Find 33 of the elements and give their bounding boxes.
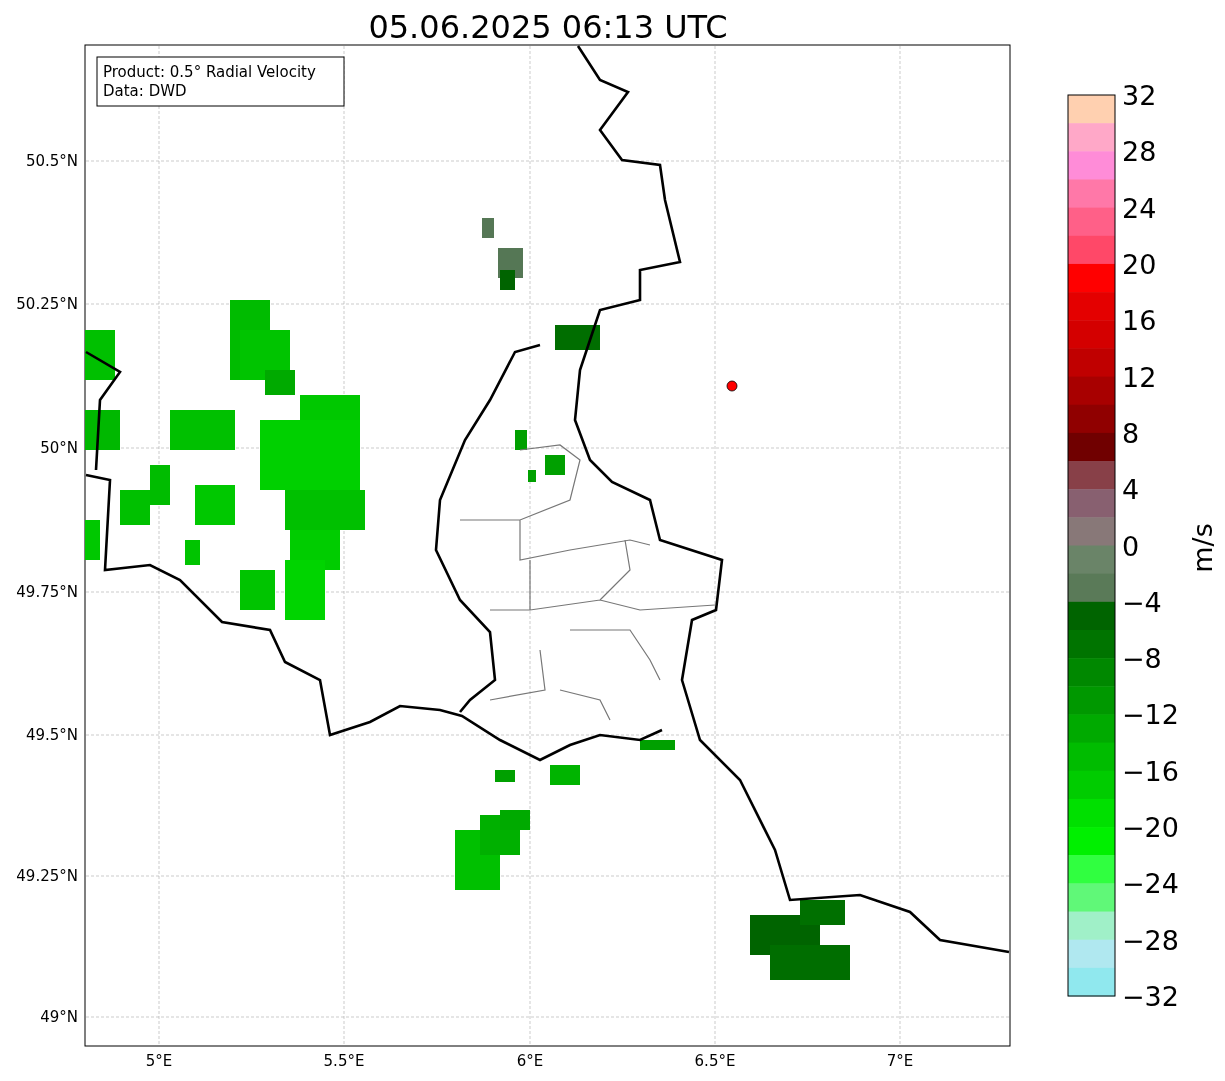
colorbar-tick-label: 8 [1122, 417, 1140, 449]
colorbar-tick-label: 16 [1122, 305, 1157, 337]
latitude-label: 49.5°N [25, 726, 78, 744]
latitude-label: 50.25°N [16, 295, 78, 313]
info-text: Product: 0.5° Radial Velocity [103, 63, 316, 81]
colorbar-tick-label: 20 [1122, 248, 1157, 280]
info-text: Data: DWD [103, 82, 187, 100]
colorbar-tick-label: −32 [1122, 981, 1179, 1012]
colorbar-tick-label: −8 [1122, 643, 1162, 675]
colorbar-tick-label: 28 [1122, 136, 1157, 168]
latitude-label: 50°N [40, 439, 78, 457]
colorbar-tick-label: −4 [1122, 586, 1162, 618]
colorbar-tick-label: −12 [1122, 699, 1179, 731]
latitude-label: 50.5°N [25, 152, 78, 170]
colorbar-tick-label: −28 [1122, 924, 1179, 956]
chart-title: 05.06.2025 06:13 UTC [368, 8, 728, 46]
colorbar-tick-label: 12 [1122, 361, 1157, 393]
latitude-label: 49.75°N [16, 583, 78, 601]
colorbar-tick-label: 32 [1122, 80, 1157, 111]
longitude-label: 7°E [886, 1052, 914, 1070]
colorbar-tick-label: −16 [1122, 755, 1179, 787]
latitude-label: 49°N [40, 1008, 78, 1026]
colorbar-tick-label: −24 [1122, 868, 1179, 900]
latitude-label: 49.25°N [16, 867, 78, 885]
longitude-label: 6.5°E [694, 1052, 736, 1070]
longitude-label: 5.5°E [323, 1052, 365, 1070]
colorbar-unit-label: m/s [1187, 523, 1218, 573]
colorbar-tick-label: 0 [1122, 530, 1140, 562]
colorbar-tick-label: 24 [1122, 192, 1157, 224]
longitude-label: 5°E [145, 1052, 173, 1070]
colorbar-tick-label: 4 [1122, 474, 1140, 506]
colorbar-tick-label: −20 [1122, 812, 1179, 844]
longitude-label: 6°E [516, 1052, 544, 1070]
